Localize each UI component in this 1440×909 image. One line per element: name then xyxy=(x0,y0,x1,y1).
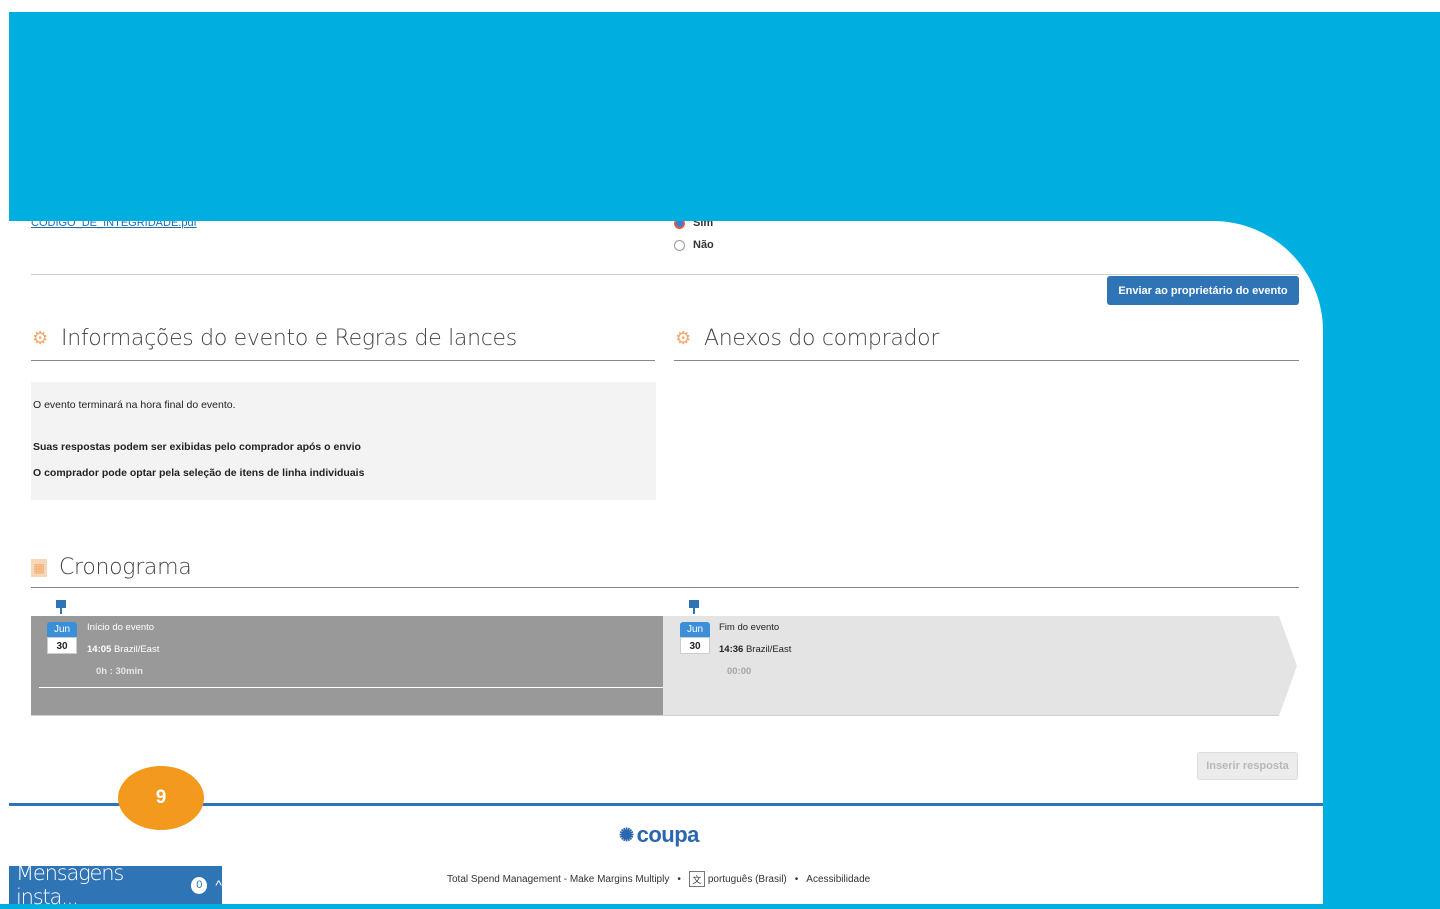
calendar-icon: ▦ xyxy=(31,558,47,577)
radio-no[interactable]: Não xyxy=(674,239,714,251)
start-duration: 0h : 30min xyxy=(96,666,143,677)
message-count-badge: 0 xyxy=(191,876,208,894)
end-label: Fim do evento xyxy=(719,622,780,633)
buyer-attachments-title: Anexos do comprador xyxy=(704,326,940,351)
start-time: 14:05 xyxy=(87,644,112,655)
schedule-underline xyxy=(31,587,1299,588)
top-frame xyxy=(0,0,1440,12)
start-label: Início do evento xyxy=(87,622,155,633)
event-info-box: O evento terminará na hora final do even… xyxy=(31,382,656,500)
send-to-owner-button[interactable]: Enviar ao proprietário do evento xyxy=(1107,276,1299,305)
accessibility-link[interactable]: Acessibilidade xyxy=(806,874,870,885)
gear-icon: ⚙ xyxy=(675,328,691,349)
pin-icon xyxy=(689,600,699,614)
radio-yes[interactable]: Sim xyxy=(674,221,713,229)
footer-separator: • xyxy=(677,873,681,885)
buyer-attachments-underline xyxy=(674,360,1299,361)
end-duration: 00:00 xyxy=(727,666,752,677)
start-timezone: Brazil/East xyxy=(113,644,160,655)
coupa-logo-text: coupa xyxy=(636,822,700,847)
end-time-row: 14:36 Brazil/East xyxy=(719,644,791,655)
start-day: 30 xyxy=(47,637,77,654)
radio-yes-button[interactable] xyxy=(674,221,685,229)
step-number-badge: 9 xyxy=(118,766,204,830)
language-icon: 文 xyxy=(688,871,705,887)
buyer-attachments-header: ⚙ Anexos do comprador xyxy=(674,326,939,351)
start-date-calendar: Jun 30 xyxy=(47,622,77,654)
radio-no-label: Não xyxy=(693,239,714,251)
chevron-up-icon[interactable]: ^ xyxy=(215,877,222,893)
start-month: Jun xyxy=(47,622,77,637)
event-info-title: Informações do evento e Regras de lances xyxy=(61,326,517,351)
event-info-line: Suas respostas podem ser exibidas pelo c… xyxy=(33,441,361,453)
event-info-line: O comprador pode optar pela seleção de i… xyxy=(33,467,365,479)
start-time-row: 14:05 Brazil/East xyxy=(87,644,159,655)
event-info-line: O evento terminará na hora final do even… xyxy=(33,399,236,411)
end-timezone: Brazil/East xyxy=(745,644,792,655)
gear-icon: ⚙ xyxy=(32,328,48,349)
submit-response-button[interactable]: Inserir resposta xyxy=(1197,752,1298,780)
radio-yes-label: Sim xyxy=(693,221,714,229)
end-date-calendar: Jun 30 xyxy=(680,622,710,654)
footer-divider xyxy=(9,803,1323,806)
instant-messages-bar[interactable]: Mensagens insta... 0 ^ xyxy=(9,861,222,909)
event-info-underline xyxy=(31,360,655,361)
divider xyxy=(31,274,1299,275)
schedule-header: ▦ Cronograma xyxy=(31,555,192,580)
pin-icon xyxy=(56,600,66,614)
language-link[interactable]: português (Brasil) xyxy=(708,874,787,885)
instant-messages-label: Mensagens insta... xyxy=(16,861,124,909)
footer-tagline[interactable]: Total Spend Management - Make Margins Mu… xyxy=(447,874,669,885)
timeline-arrow xyxy=(1279,616,1297,716)
footer-separator: • xyxy=(794,873,799,885)
end-month: Jun xyxy=(680,622,710,637)
coupa-logo: ✺ coupa xyxy=(619,822,699,848)
timeline-line xyxy=(39,687,663,688)
left-frame xyxy=(0,12,9,904)
schedule-title: Cronograma xyxy=(59,555,192,580)
coupa-panel: CODIGO_DE_INTEGRIDADE.pdf Sim Não Enviar… xyxy=(9,221,1323,904)
timeline-bottom-border xyxy=(31,715,1279,716)
radio-no-button[interactable] xyxy=(674,239,685,251)
attachment-link[interactable]: CODIGO_DE_INTEGRIDADE.pdf xyxy=(31,221,197,229)
event-info-header: ⚙ Informações do evento e Regras de lanc… xyxy=(31,326,517,351)
coupa-logo-icon: ✺ xyxy=(619,824,634,845)
end-time: 14:36 xyxy=(719,644,744,655)
end-day: 30 xyxy=(680,637,710,654)
footer-links: Total Spend Management - Make Margins Mu… xyxy=(447,871,870,887)
